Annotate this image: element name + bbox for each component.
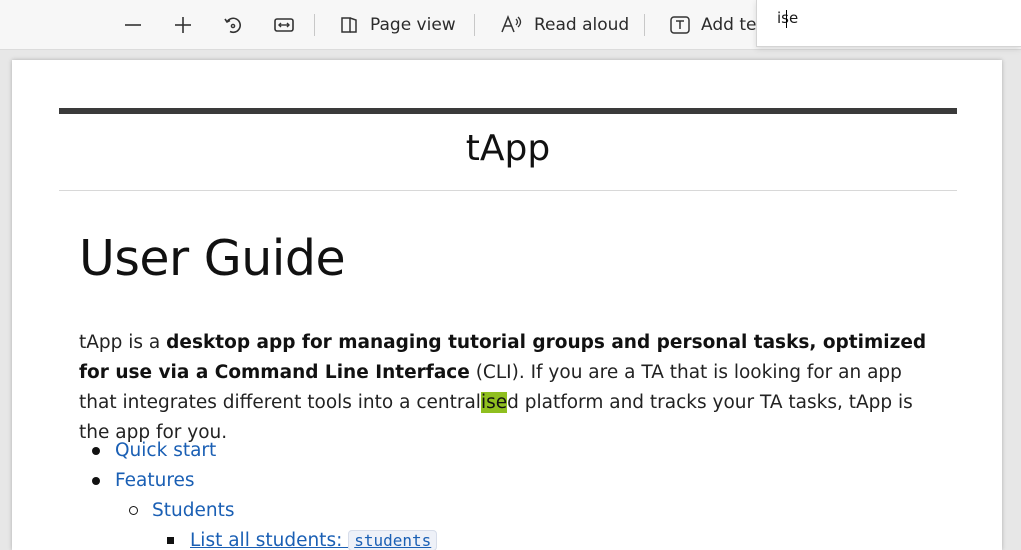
read-aloud-icon [500,14,524,36]
add-text-label: Add te [701,15,757,35]
intro-paragraph: tApp is a desktop app for managing tutor… [79,328,929,448]
bullet-circle [129,506,138,515]
bullet-disc [92,477,100,485]
text-caret [786,10,787,28]
zoom-out-button[interactable] [122,11,144,39]
bullet-disc [92,447,100,455]
minus-icon [122,14,144,36]
plus-icon [172,14,194,36]
toc-link-features[interactable]: Features [115,466,195,496]
fit-width-icon [273,14,295,36]
find-input[interactable]: ise [777,9,798,27]
page-view-label: Page view [370,15,456,35]
document-page: tApp User Guide tApp is a desktop app fo… [12,60,1002,550]
read-aloud-button[interactable]: Read aloud [500,11,629,39]
fit-width-button[interactable] [273,11,295,39]
title-divider [59,190,957,191]
find-bar: ise [756,0,1021,47]
toolbar-divider [644,14,645,36]
add-text-button[interactable]: Add te [669,11,756,39]
site-title: tApp [465,128,551,169]
inline-code: students [348,530,438,550]
find-query-text: ise [777,9,799,27]
header-rule [59,108,957,114]
add-text-icon [669,14,691,36]
rotate-button[interactable] [222,11,244,39]
toolbar-divider [314,14,315,36]
page-view-icon [338,14,360,36]
search-match-highlight: ise [480,392,508,413]
toc-link-label: List all students: [190,530,349,550]
intro-text: tApp is a [79,332,167,353]
zoom-in-button[interactable] [172,11,194,39]
read-aloud-label: Read aloud [534,15,630,35]
toolbar-divider [474,14,475,36]
page-heading: User Guide [79,230,346,287]
toc-link-students[interactable]: Students [152,496,234,526]
page-view-button[interactable]: Page view [338,11,456,39]
toc-link-quick-start[interactable]: Quick start [115,436,216,466]
rotate-icon [222,14,244,36]
toc-link-list-students[interactable]: List all students: students [190,526,438,550]
